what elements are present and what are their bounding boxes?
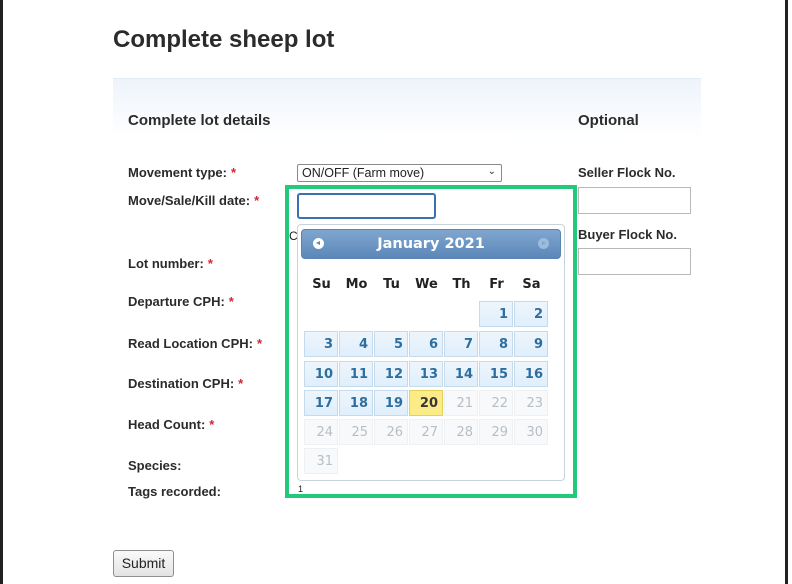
details-section-title: Complete lot details: [128, 112, 271, 129]
required-marker: *: [254, 193, 260, 208]
window-border-right: [785, 0, 788, 584]
required-marker: *: [228, 294, 234, 309]
tags-recorded-label: Tags recorded:: [128, 484, 221, 499]
lot-number-label: Lot number: *: [128, 256, 213, 271]
departure-cph-label: Departure CPH: *: [128, 294, 234, 309]
move-date-label: Move/Sale/Kill date: *: [128, 193, 260, 208]
required-marker: *: [256, 336, 263, 351]
required-marker: *: [209, 417, 215, 432]
optional-section-title: Optional: [578, 112, 639, 129]
required-marker: *: [207, 256, 213, 271]
highlight-box: [285, 185, 577, 498]
movement-type-select[interactable]: ON/OFF (Farm move) ⌄: [297, 164, 502, 182]
buyer-flock-label: Buyer Flock No.: [578, 227, 677, 242]
page-title: Complete sheep lot: [113, 26, 335, 53]
required-marker: *: [238, 376, 244, 391]
buyer-flock-input[interactable]: [578, 248, 691, 275]
submit-button[interactable]: Submit: [113, 550, 174, 577]
chevron-down-icon: ⌄: [487, 166, 496, 177]
window-border-left: [0, 0, 3, 584]
destination-cph-label: Destination CPH: *: [128, 376, 244, 391]
read-location-cph-label: Read Location CPH: *: [128, 336, 263, 351]
movement-type-label: Movement type: *: [128, 165, 237, 180]
species-label: Species:: [128, 458, 182, 473]
head-count-label: Head Count: *: [128, 417, 215, 432]
seller-flock-label: Seller Flock No.: [578, 165, 676, 180]
required-marker: *: [230, 165, 237, 180]
seller-flock-input[interactable]: [578, 187, 691, 214]
